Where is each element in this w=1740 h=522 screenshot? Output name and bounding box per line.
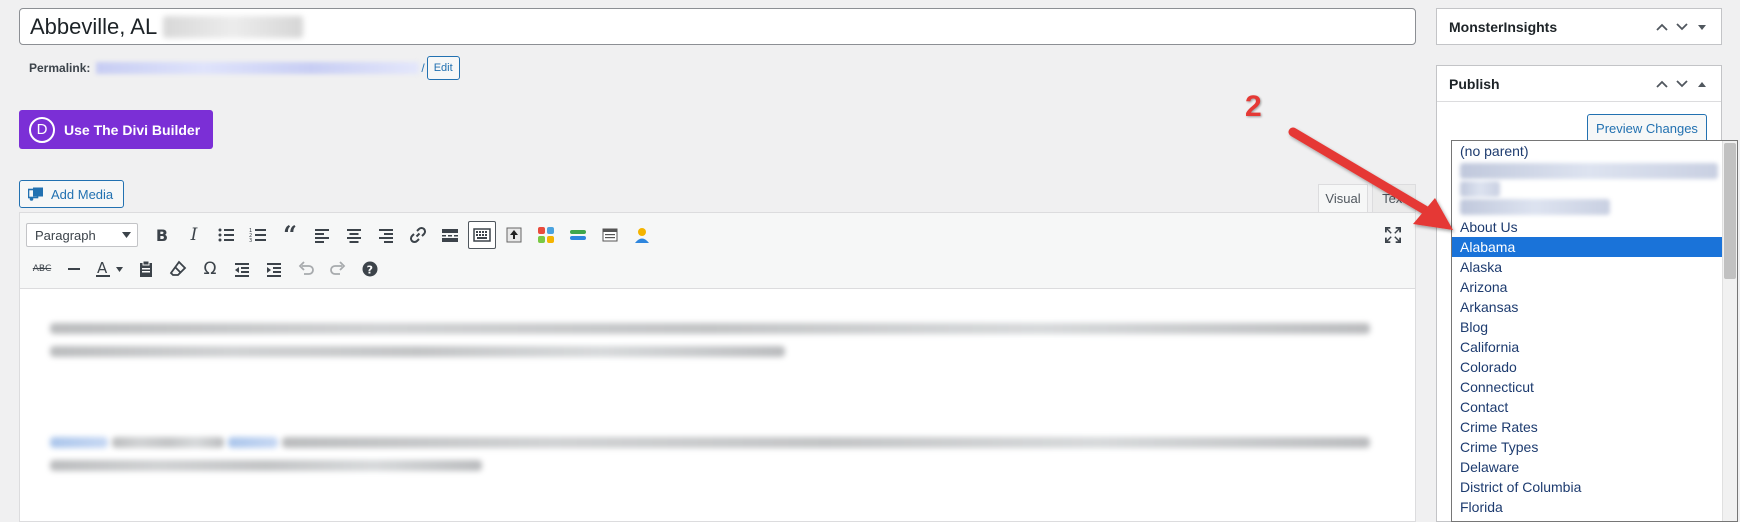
publish-header[interactable]: Publish — [1437, 66, 1721, 102]
add-media-label: Add Media — [51, 186, 114, 202]
permalink-edit-button[interactable]: Edit — [426, 56, 460, 80]
dropdown-option[interactable]: Connecticut — [1452, 377, 1737, 397]
add-media-button[interactable]: Add Media — [19, 180, 124, 208]
redacted-option[interactable] — [1460, 163, 1718, 179]
redacted-option[interactable] — [1460, 199, 1610, 215]
text-color-icon[interactable]: A — [90, 255, 130, 283]
svg-text:3: 3 — [249, 238, 252, 244]
publish-title: Publish — [1449, 75, 1500, 92]
dropdown-option[interactable]: (no parent) — [1452, 141, 1737, 161]
increase-indent-icon[interactable] — [258, 255, 290, 283]
dropdown-option[interactable]: Colorado — [1452, 357, 1737, 377]
decrease-indent-icon[interactable] — [226, 255, 258, 283]
dropdown-option[interactable]: Delaware — [1452, 457, 1737, 477]
chevron-down-icon — [122, 232, 131, 238]
blurred-text-line — [282, 437, 1370, 448]
dropdown-option[interactable]: Crime Rates — [1452, 417, 1737, 437]
italic-icon[interactable]: I — [178, 221, 210, 249]
align-left-icon[interactable] — [306, 221, 338, 249]
blurred-text-line — [50, 460, 482, 471]
chevron-up-icon[interactable] — [1655, 77, 1669, 91]
format-select[interactable]: Paragraph — [26, 223, 138, 247]
blockquote-icon[interactable]: “ — [274, 221, 306, 249]
numbered-list-icon[interactable]: 123 — [242, 221, 274, 249]
divi-builder-button[interactable]: D Use The Divi Builder — [19, 110, 213, 149]
dropdown-option[interactable]: Crime Types — [1452, 437, 1737, 457]
upload-icon[interactable] — [498, 221, 530, 249]
link-icon[interactable] — [402, 221, 434, 249]
title-redacted — [163, 16, 304, 38]
blurred-link — [50, 437, 108, 448]
redo-icon[interactable] — [322, 255, 354, 283]
blurred-text-line — [50, 346, 785, 357]
monsterinsights-box: MonsterInsights — [1436, 8, 1722, 45]
clear-formatting-icon[interactable] — [162, 255, 194, 283]
permalink-slash: / — [421, 61, 425, 75]
bold-icon[interactable]: B — [146, 221, 178, 249]
parent-page-dropdown[interactable]: (no parent) About Us Alabama Alaska Ariz… — [1451, 140, 1738, 522]
permalink-url[interactable] — [96, 62, 420, 74]
editor-content[interactable] — [20, 290, 1415, 522]
special-character-icon[interactable]: Ω — [194, 255, 226, 283]
annotation-step-number: 2 — [1245, 90, 1262, 123]
annotation-arrow-icon — [1288, 127, 1453, 230]
align-right-icon[interactable] — [370, 221, 402, 249]
blurred-text-line — [50, 323, 1370, 334]
undo-icon[interactable] — [290, 255, 322, 283]
monsterinsights-header[interactable]: MonsterInsights — [1437, 9, 1721, 45]
chevron-down-icon[interactable] — [1675, 77, 1689, 91]
dropdown-option[interactable]: California — [1452, 337, 1737, 357]
dropdown-scrollbar[interactable] — [1722, 141, 1737, 521]
media-icon — [28, 187, 43, 201]
box-controls — [1655, 20, 1709, 34]
bullet-list-icon[interactable] — [210, 221, 242, 249]
help-icon[interactable]: ? — [354, 255, 386, 283]
dropdown-option[interactable]: About Us — [1452, 217, 1737, 237]
dropdown-option-selected[interactable]: Alabama — [1452, 237, 1722, 257]
editor-toolbar: Paragraph B I 123 “ ABC A Ω ? — [20, 213, 1415, 289]
dropdown-option[interactable]: District of Columbia — [1452, 477, 1737, 497]
divi-builder-label: Use The Divi Builder — [64, 121, 201, 138]
post-title-input[interactable]: Abbeville, AL — [19, 8, 1416, 45]
divi-logo-icon: D — [29, 116, 55, 143]
toolbar-toggle-icon[interactable] — [468, 221, 496, 249]
permalink-row: Permalink: / Edit — [29, 56, 460, 80]
align-center-icon[interactable] — [338, 221, 370, 249]
read-more-icon[interactable] — [434, 221, 466, 249]
toolbar-row-2: ABC A Ω ? — [26, 255, 386, 283]
toggle-caret-down-icon[interactable] — [1695, 20, 1709, 34]
toggle-block-icon[interactable] — [562, 221, 594, 249]
blurred-link — [228, 437, 278, 448]
scrollbar-thumb[interactable] — [1724, 143, 1736, 279]
content-editor: Paragraph B I 123 “ ABC A Ω ? — [19, 212, 1416, 522]
monsterinsights-title: MonsterInsights — [1449, 19, 1558, 35]
toolbar-row-1: Paragraph B I 123 “ — [26, 221, 658, 249]
post-title-text: Abbeville, AL — [30, 14, 158, 39]
shortcodes-icon[interactable] — [530, 221, 562, 249]
strikethrough-icon[interactable]: ABC — [26, 255, 58, 283]
box-controls — [1655, 77, 1709, 91]
blurred-text-line — [112, 437, 224, 448]
table-block-icon[interactable] — [594, 221, 626, 249]
chevron-up-icon[interactable] — [1655, 20, 1669, 34]
dropdown-option[interactable]: Arkansas — [1452, 297, 1737, 317]
dropdown-option[interactable]: Arizona — [1452, 277, 1737, 297]
permalink-label: Permalink: — [29, 61, 91, 75]
dropdown-option[interactable]: Blog — [1452, 317, 1737, 337]
paste-text-icon[interactable] — [130, 255, 162, 283]
horizontal-line-icon[interactable] — [58, 255, 90, 283]
user-block-icon[interactable] — [626, 221, 658, 249]
format-select-value: Paragraph — [35, 227, 96, 243]
dropdown-option[interactable]: Contact — [1452, 397, 1737, 417]
dropdown-option[interactable]: Alaska — [1452, 257, 1737, 277]
svg-text:A: A — [97, 260, 108, 277]
toggle-caret-up-icon[interactable] — [1695, 77, 1709, 91]
dropdown-option[interactable]: Florida — [1452, 497, 1737, 517]
svg-text:?: ? — [367, 264, 373, 277]
chevron-down-icon[interactable] — [1675, 20, 1689, 34]
